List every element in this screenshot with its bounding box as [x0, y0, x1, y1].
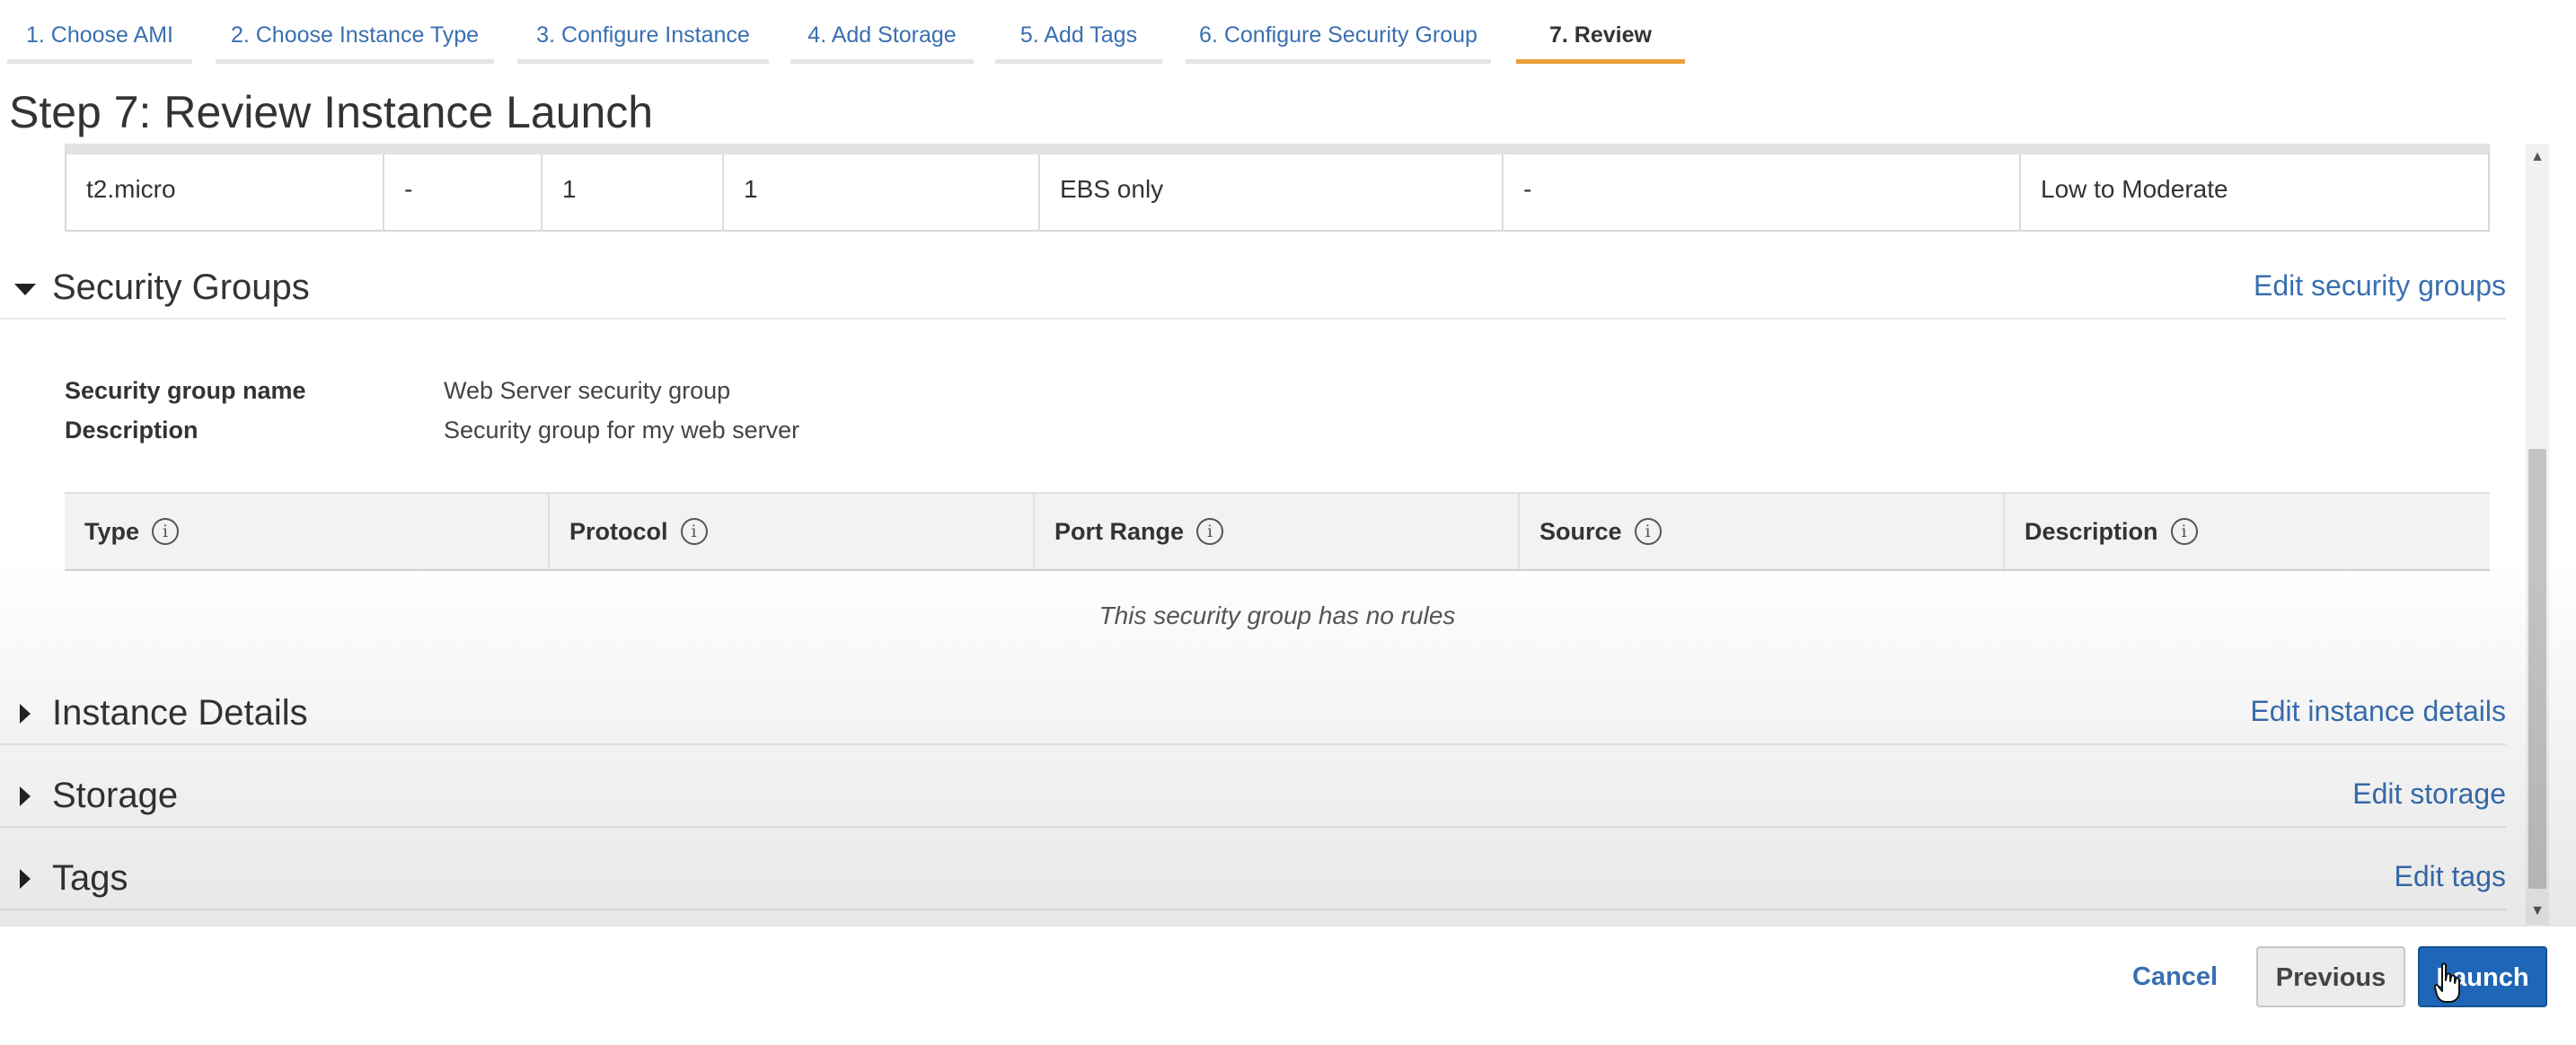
- column-source: Source i: [1518, 494, 2003, 569]
- memory-cell: 1: [724, 154, 1040, 232]
- instance-details-title: Instance Details: [52, 693, 308, 733]
- column-port-range: Port Range i: [1033, 494, 1518, 569]
- ecus-cell: -: [384, 154, 543, 232]
- instance-storage-cell: EBS only: [1040, 154, 1504, 232]
- review-instance-launch-page: 1. Choose AMI 2. Choose Instance Type 3.…: [0, 0, 2576, 1045]
- page-title: Step 7: Review Instance Launch: [9, 87, 654, 137]
- info-icon[interactable]: i: [1196, 517, 1224, 545]
- info-icon[interactable]: i: [152, 517, 180, 545]
- info-icon[interactable]: i: [1634, 517, 1662, 545]
- edit-security-groups-link[interactable]: Edit security groups: [2254, 269, 2506, 303]
- column-protocol: Protocol i: [548, 494, 1033, 569]
- instance-type-cell: t2.micro: [66, 154, 384, 232]
- instance-details-section-header[interactable]: Instance Details Edit instance details: [0, 688, 2506, 745]
- column-description-label: Description: [2025, 518, 2158, 545]
- column-type-label: Type: [84, 518, 140, 545]
- security-group-name-label: Security group name: [65, 377, 306, 404]
- scroll-down-icon[interactable]: ▼: [2526, 900, 2549, 923]
- no-rules-message: This security group has no rules: [1098, 602, 1456, 629]
- hand-pointer-cursor-icon: [2434, 962, 2460, 1003]
- column-type: Type i: [65, 494, 548, 569]
- security-group-description-value: Security group for my web server: [444, 417, 800, 443]
- tab-configure-instance[interactable]: 3. Configure Instance: [517, 0, 769, 64]
- scrollbar-thumb[interactable]: [2528, 449, 2546, 889]
- tab-review[interactable]: 7. Review: [1516, 0, 1685, 64]
- security-group-description-label: Description: [65, 417, 198, 443]
- tab-configure-security-group[interactable]: 6. Configure Security Group: [1186, 0, 1491, 64]
- edit-storage-link[interactable]: Edit storage: [2352, 777, 2506, 811]
- review-content: t2.micro - 1 1 EBS only - Low to Moderat…: [0, 144, 2526, 925]
- vcpus-cell: 1: [543, 154, 724, 232]
- security-groups-section-header[interactable]: Security Groups Edit security groups: [0, 262, 2506, 320]
- cancel-button[interactable]: Cancel: [2132, 962, 2218, 992]
- caret-down-icon[interactable]: [14, 284, 36, 295]
- tags-title: Tags: [52, 858, 128, 898]
- security-groups-title: Security Groups: [52, 268, 310, 307]
- column-source-label: Source: [1539, 518, 1622, 545]
- instance-type-table: t2.micro - 1 1 EBS only - Low to Moderat…: [65, 144, 2490, 232]
- tab-choose-ami[interactable]: 1. Choose AMI: [7, 0, 192, 64]
- caret-right-icon[interactable]: [20, 704, 31, 724]
- edit-instance-details-link[interactable]: Edit instance details: [2250, 695, 2506, 728]
- network-performance-cell: Low to Moderate: [2041, 175, 2228, 203]
- footer-button-bar: Cancel Previous Launch: [0, 925, 2576, 1045]
- storage-title: Storage: [52, 776, 179, 815]
- security-rules-table-header: Type i Protocol i Port Range i Source i Desc…: [65, 492, 2490, 571]
- storage-section-header[interactable]: Storage Edit storage: [0, 770, 2506, 828]
- security-group-name-value: Web Server security group: [444, 377, 731, 404]
- wizard-tabs: 1. Choose AMI 2. Choose Instance Type 3.…: [0, 0, 2576, 65]
- info-icon[interactable]: i: [2170, 517, 2198, 545]
- tags-section-header[interactable]: Tags Edit tags: [0, 853, 2506, 910]
- column-protocol-label: Protocol: [569, 518, 668, 545]
- column-description: Description i: [2003, 494, 2486, 569]
- tab-add-storage[interactable]: 4. Add Storage: [790, 0, 974, 64]
- edit-tags-link[interactable]: Edit tags: [2394, 860, 2506, 893]
- tab-choose-instance-type[interactable]: 2. Choose Instance Type: [216, 0, 494, 64]
- info-icon[interactable]: i: [680, 517, 708, 545]
- caret-right-icon[interactable]: [20, 869, 31, 889]
- column-port-range-label: Port Range: [1054, 518, 1185, 545]
- caret-right-icon[interactable]: [20, 786, 31, 806]
- scroll-up-icon[interactable]: ▲: [2526, 145, 2549, 169]
- vertical-scrollbar[interactable]: ▲ ▼: [2526, 144, 2549, 925]
- previous-button[interactable]: Previous: [2256, 946, 2405, 1007]
- ebs-optimized-cell: -: [1504, 154, 2021, 232]
- tab-add-tags[interactable]: 5. Add Tags: [995, 0, 1162, 64]
